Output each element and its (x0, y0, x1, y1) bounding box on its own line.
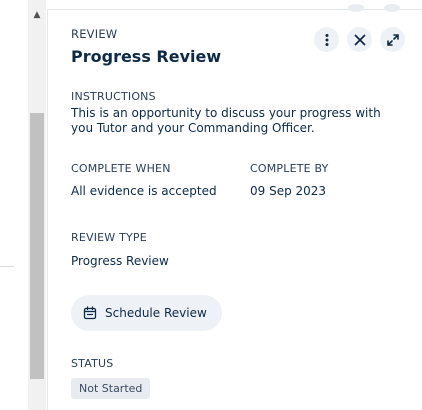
complete-when-value: All evidence is accepted (71, 184, 217, 198)
background-buttons (348, 4, 418, 14)
complete-by-value: 09 Sep 2023 (250, 184, 327, 198)
panel-actions (314, 27, 405, 52)
panel-title: Progress Review (71, 47, 222, 66)
instructions-text: This is an opportunity to discuss your p… (71, 106, 381, 135)
scrollbar[interactable]: ▲ (28, 0, 46, 410)
panel-eyebrow: REVIEW (71, 27, 118, 41)
status-badge: Not Started (71, 378, 151, 399)
review-detail-panel: REVIEW Progress Review INSTRUCTIONS This… (47, 4, 422, 410)
close-button[interactable] (347, 27, 372, 52)
expand-icon (386, 33, 399, 46)
more-vertical-icon (325, 33, 328, 46)
review-type-label: REVIEW TYPE (71, 231, 147, 244)
status-label: STATUS (71, 357, 114, 370)
schedule-review-button[interactable]: Schedule Review (71, 295, 222, 331)
more-options-button[interactable] (314, 27, 339, 52)
expand-button[interactable] (380, 27, 405, 52)
scrollbar-thumb[interactable] (30, 113, 44, 379)
close-icon (354, 34, 365, 45)
complete-by-label: COMPLETE BY (250, 162, 329, 175)
scroll-up-arrow-icon[interactable]: ▲ (28, 8, 46, 22)
screen: ▲ REVIEW Progress Review INSTRUCTIONS Th… (0, 0, 422, 410)
divider (0, 266, 14, 267)
instructions-label: INSTRUCTIONS (71, 90, 156, 103)
schedule-review-label: Schedule Review (105, 306, 207, 320)
complete-when-label: COMPLETE WHEN (71, 162, 171, 175)
review-type-value: Progress Review (71, 254, 169, 268)
calendar-icon (83, 306, 97, 320)
background-page (0, 0, 28, 410)
